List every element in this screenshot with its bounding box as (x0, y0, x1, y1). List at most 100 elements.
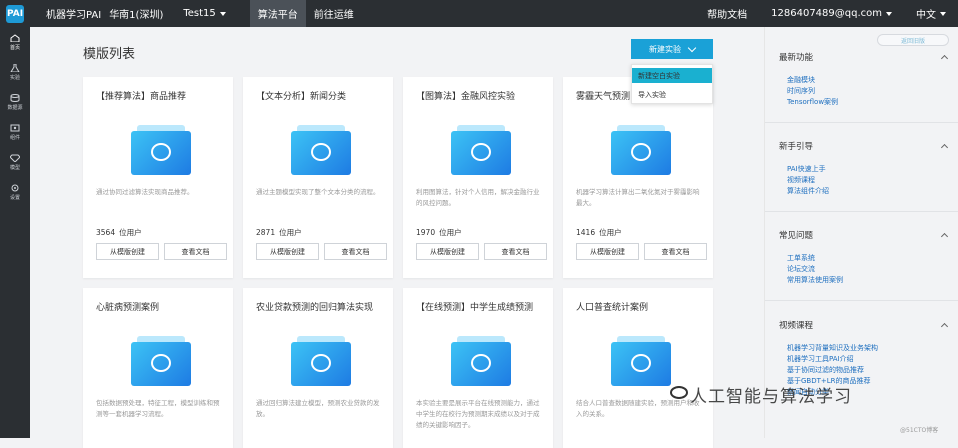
graduation-chart-illustration-icon (451, 336, 511, 386)
view-docs-button[interactable]: 查看文档 (324, 243, 387, 260)
sidenav-label: 模型 (9, 164, 20, 171)
section-title: 最新功能 (779, 53, 814, 63)
create-from-template-button[interactable]: 从模版创建 (256, 243, 319, 260)
chevron-up-icon (940, 232, 949, 241)
sidenav-item-components[interactable]: 组件 (0, 117, 30, 147)
card-title: 人口普查统计案例 (576, 303, 649, 313)
caret-down-icon (940, 11, 946, 16)
card-description: 利用图算法，针对个人信用，解决金融行业的风控问题。 (416, 188, 540, 207)
home-icon (10, 33, 20, 42)
region-selector[interactable]: 华南1(深圳) (109, 6, 163, 21)
sidenav-label: 数据源 (7, 104, 23, 111)
side-nav: 首页 实验 数据源 组件 模型 设置 (0, 27, 30, 438)
menu-item-import[interactable]: 导入实验 (632, 87, 712, 102)
card-description: 机器学习算法计算出二氧化氮对于雾霾影响最大。 (576, 188, 700, 207)
video-link[interactable]: 机器学习工具PAI介绍 (787, 354, 947, 365)
user-count: 1416 (576, 228, 596, 237)
user-count: 2871 (256, 228, 276, 237)
card-user-count: 3564 位用户 (96, 227, 142, 238)
section-faq: 常见问题 工单系统 论坛交流 常用算法使用案例 (779, 229, 949, 286)
account-menu[interactable]: 1286407489@qq.com (759, 8, 904, 19)
section-new-features: 最新功能 金融模块 时间序列 Tensorflow案例 (779, 51, 949, 108)
user-unit: 位用户 (599, 228, 622, 237)
template-card: 人口普查统计案例 结合人口普查数据随建实验，预测用户和收入的关系。 (563, 288, 713, 448)
caret-down-icon (886, 11, 892, 16)
news-illustration-icon (291, 125, 351, 175)
card-user-count: 1970 位用户 (416, 227, 462, 238)
language-selector[interactable]: 中文 (904, 6, 958, 21)
divider (765, 300, 958, 301)
create-from-template-button[interactable]: 从模版创建 (96, 243, 159, 260)
new-experiment-button[interactable]: 新建实验 (631, 39, 713, 59)
divider (765, 211, 958, 212)
section-header[interactable]: 新手引导 (779, 140, 949, 152)
top-bar: PAI 机器学习PAI 华南1(深圳) Test15 算法平台 前往运维 帮助文… (0, 0, 958, 27)
video-link[interactable]: 机器学习背量知识及业务架构 (787, 343, 947, 354)
language-label: 中文 (916, 10, 936, 21)
template-card: 农业贷款预测的回归算法实现 通过回归算法建立模型，预测农业贷款的发放。 (243, 288, 393, 448)
feature-link[interactable]: 金融模块 (787, 75, 947, 86)
cloud-illustration-icon (611, 125, 671, 175)
pai-logo-icon: PAI (6, 4, 24, 23)
section-header[interactable]: 常见问题 (779, 229, 949, 241)
feature-link[interactable]: 时间序列 (787, 86, 947, 97)
puzzle-icon (10, 124, 20, 131)
credit-text: @51CTO博客 (900, 427, 939, 434)
section-title: 新手引导 (779, 142, 814, 152)
create-from-template-button[interactable]: 从模版创建 (576, 243, 639, 260)
video-link[interactable]: 基于协同过滤的物品推荐 (787, 365, 947, 376)
heart-illustration-icon (131, 336, 191, 386)
card-description: 本实验主要是展示平台在线预测能力，通过中学生的在校行为预测期末成绩以及对于成绩的… (416, 399, 540, 429)
faq-link[interactable]: 论坛交流 (787, 264, 947, 275)
template-card: 雾霾天气预测 机器学习算法计算出二氧化氮对于雾霾影响最大。 1416 位用户 从模… (563, 77, 713, 278)
sidenav-item-settings[interactable]: 设置 (0, 177, 30, 207)
shopping-cart-illustration-icon (131, 125, 191, 175)
tab-operations[interactable]: 前往运维 (306, 0, 362, 27)
faq-link[interactable]: 工单系统 (787, 253, 947, 264)
sidenav-item-datasource[interactable]: 数据源 (0, 87, 30, 117)
view-docs-button[interactable]: 查看文档 (484, 243, 547, 260)
create-from-template-button[interactable]: 从模版创建 (416, 243, 479, 260)
view-docs-button[interactable]: 查看文档 (164, 243, 227, 260)
card-title: 【图算法】金融风控实验 (416, 92, 516, 102)
template-card: 【文本分析】新闻分类 通过主题模型实现了整个文本分类的流程。 2871 位用户 从… (243, 77, 393, 278)
new-experiment-label: 新建实验 (649, 44, 681, 54)
app-title[interactable]: 机器学习PAI (46, 6, 101, 21)
section-beginner-guide: 新手引导 PAI快速上手 视频课程 算法组件介绍 (779, 140, 949, 197)
card-title: 雾霾天气预测 (576, 92, 631, 102)
section-header[interactable]: 视频课程 (779, 319, 949, 331)
project-selector[interactable]: Test15 (183, 8, 226, 19)
tab-algorithm-platform[interactable]: 算法平台 (249, 0, 306, 27)
view-docs-button[interactable]: 查看文档 (644, 243, 707, 260)
account-email: 1286407489@qq.com (771, 8, 882, 19)
template-card: 【图算法】金融风控实验 利用图算法，针对个人信用，解决金融行业的风控问题。 19… (403, 77, 553, 278)
faq-link[interactable]: 常用算法使用案例 (787, 275, 947, 286)
sidenav-label: 设置 (9, 194, 20, 201)
loan-illustration-icon (291, 336, 351, 386)
sidenav-label: 实验 (9, 74, 20, 81)
menu-item-new-blank[interactable]: 新建空白实验 (632, 68, 712, 83)
card-description: 包括数据预处理，特征工程，模型训练和预测等一套机器学习流程。 (96, 399, 220, 418)
guide-link[interactable]: 视频课程 (787, 175, 947, 186)
help-docs-link[interactable]: 帮助文档 (695, 6, 759, 21)
template-card: 心脏病预测案例 包括数据预处理，特征工程，模型训练和预测等一套机器学习流程。 (83, 288, 233, 448)
sidenav-item-models[interactable]: 模型 (0, 147, 30, 177)
card-user-count: 1416 位用户 (576, 227, 622, 238)
diamond-icon (10, 154, 20, 162)
guide-link[interactable]: 算法组件介绍 (787, 186, 947, 197)
guide-link[interactable]: PAI快速上手 (787, 164, 947, 175)
back-to-old-version-link[interactable]: 返回旧版 (877, 34, 949, 46)
logo[interactable]: PAI (0, 0, 30, 27)
database-icon (10, 93, 20, 102)
user-unit: 位用户 (439, 228, 462, 237)
feature-link[interactable]: Tensorflow案例 (787, 97, 947, 108)
watermark-text: 人工智能与算法学习 (690, 387, 852, 407)
template-card: 【推荐算法】商品推荐 通过协同过滤算法实现商品推荐。 3564 位用户 从模版创建… (83, 77, 233, 278)
sidenav-item-home[interactable]: 首页 (0, 27, 30, 57)
right-panel: 返回旧版 最新功能 金融模块 时间序列 Tensorflow案例 新手引导 PA… (764, 27, 958, 438)
sidenav-item-experiments[interactable]: 实验 (0, 57, 30, 87)
card-user-count: 2871 位用户 (256, 227, 302, 238)
section-header[interactable]: 最新功能 (779, 51, 949, 63)
gear-icon (11, 184, 19, 191)
risk-card-illustration-icon (451, 125, 511, 175)
